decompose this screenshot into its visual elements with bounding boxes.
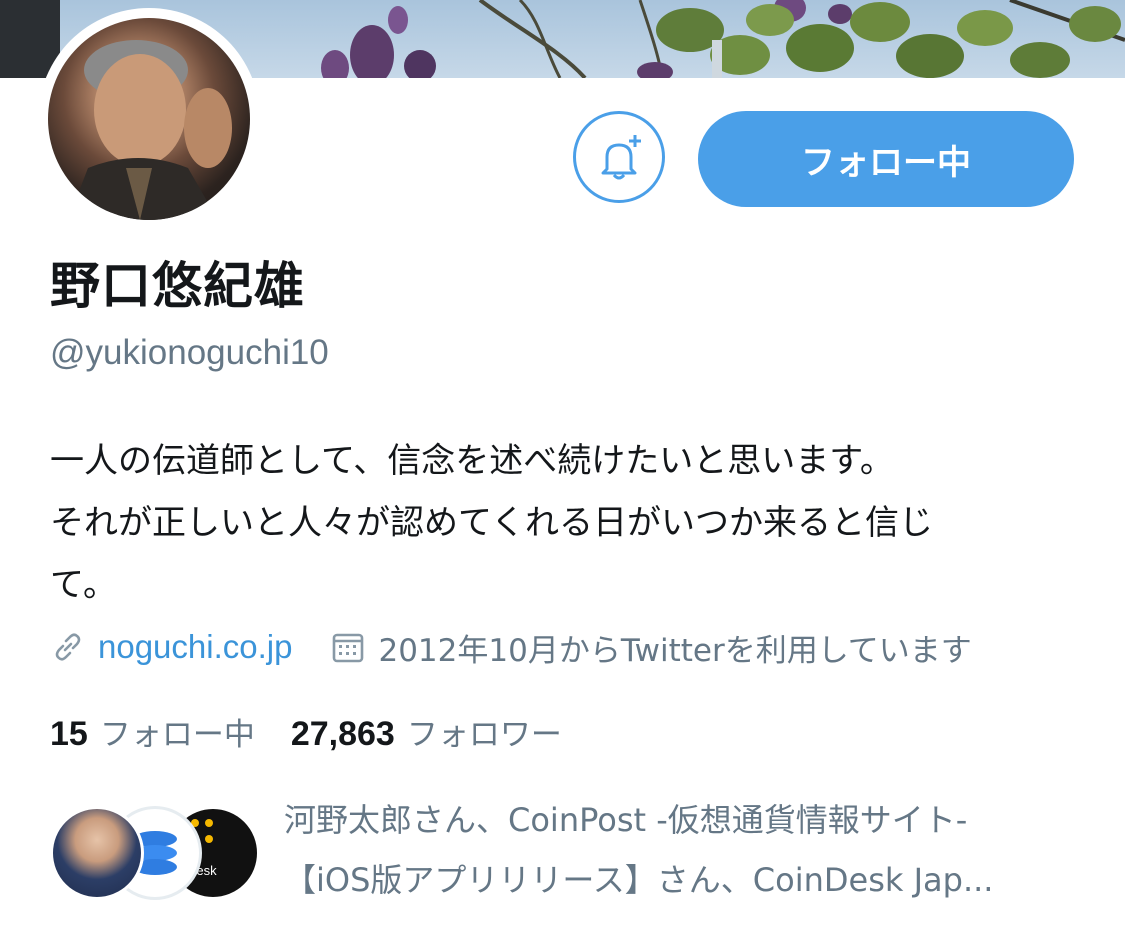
notifications-toggle-button[interactable] bbox=[573, 111, 665, 203]
profile-avatar[interactable] bbox=[38, 8, 260, 230]
profile-page: フォロー中 野口悠紀雄 @yukionoguchi10 一人の伝道師として、信念… bbox=[0, 0, 1125, 940]
profile-bio: 一人の伝道師として、信念を述べ続けたいと思います。 それが正しいと人々が認めてく… bbox=[50, 430, 1090, 616]
following-label: フォロー中 bbox=[99, 716, 255, 753]
profile-stats: 15 フォロー中 27,863 フォロワー bbox=[50, 706, 562, 756]
followers-stat[interactable]: 27,863 フォロワー bbox=[291, 709, 562, 754]
profile-display-name: 野口悠紀雄 bbox=[50, 257, 305, 315]
calendar-icon bbox=[333, 633, 364, 663]
bio-line: て。 bbox=[50, 565, 117, 605]
following-button[interactable]: フォロー中 bbox=[698, 111, 1074, 207]
joined-date: 2012年10月からTwitterを利用しています bbox=[378, 632, 972, 669]
followers-you-know-text[interactable]: 河野太郎さん、CoinPost -仮想通貨情報サイト- 【iOS版アプリリリース… bbox=[284, 790, 1084, 910]
followers-you-know-line: 【iOS版アプリリリース】さん、CoinDesk Jap... bbox=[284, 861, 994, 899]
bio-line: 一人の伝道師として、信念を述べ続けたいと思います。 bbox=[50, 441, 894, 481]
followers-you-know-line: 河野太郎さん、CoinPost -仮想通貨情報サイト- bbox=[284, 801, 968, 839]
following-count: 15 bbox=[50, 714, 88, 753]
followers-label: フォロワー bbox=[406, 716, 562, 753]
avatar-photo bbox=[48, 18, 250, 220]
followers-you-know-avatars[interactable]: indesk bbox=[50, 806, 260, 900]
profile-handle: @yukionoguchi10 bbox=[50, 333, 329, 372]
bell-plus-icon bbox=[601, 135, 641, 180]
followers-count: 27,863 bbox=[290, 714, 395, 753]
profile-website-link[interactable]: noguchi.co.jp bbox=[98, 628, 292, 666]
profile-meta: noguchi.co.jp 2012年10月からTwitterを利用しています bbox=[50, 622, 972, 672]
link-icon bbox=[55, 633, 81, 661]
bio-line: それが正しいと人々が認めてくれる日がいつか来ると信じ bbox=[50, 503, 933, 543]
follower-avatar bbox=[50, 806, 144, 900]
following-stat[interactable]: 15 フォロー中 bbox=[50, 709, 255, 754]
